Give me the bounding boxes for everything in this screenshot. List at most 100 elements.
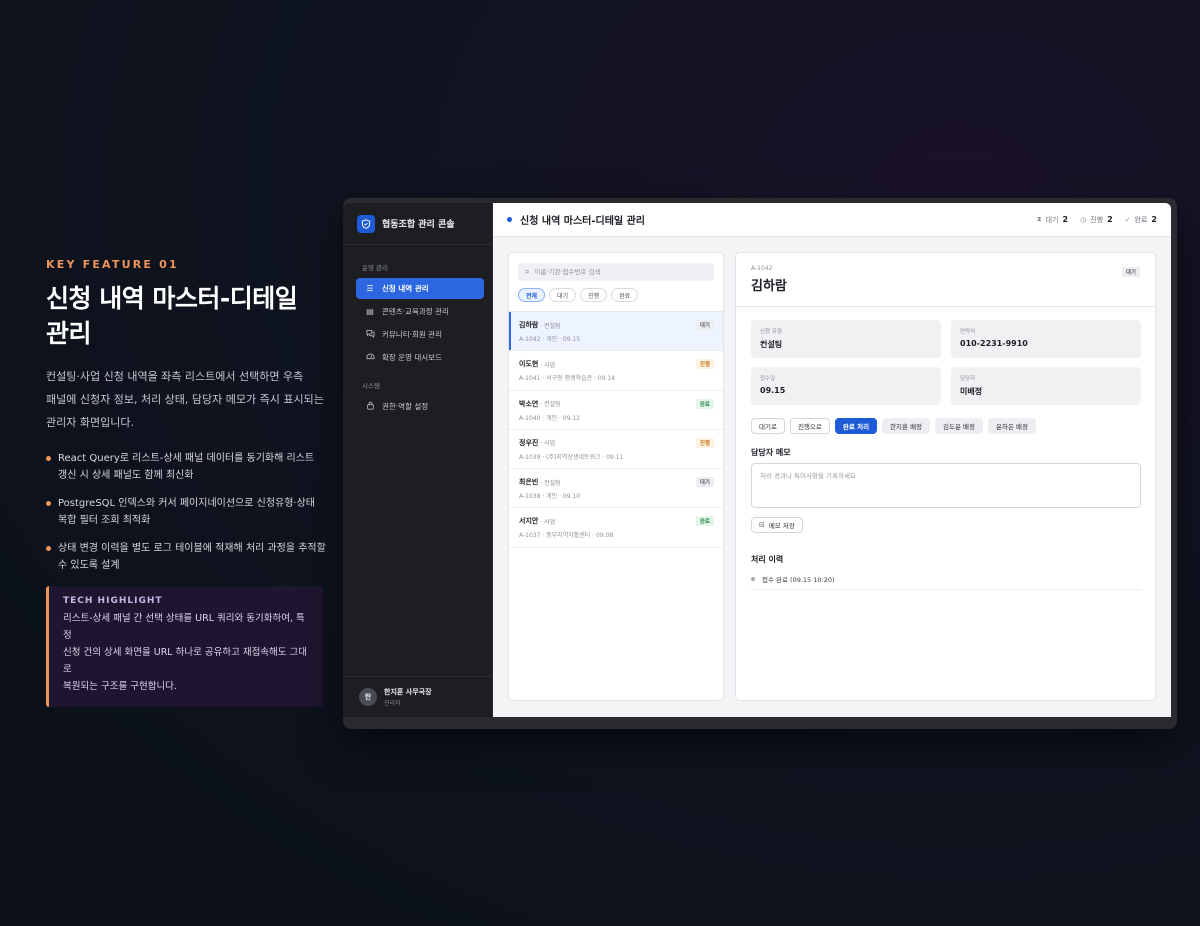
sidebar-item-label: 확장 운영 대시보드 (382, 353, 442, 362)
description-line: 패널에 신청자 정보, 처리 상태, 담당자 메모가 즉시 표시되는 (46, 393, 324, 406)
field-card-type: 신청 유형 컨설팅 (751, 320, 941, 358)
search-input[interactable] (534, 268, 705, 276)
sidebar-item-applications[interactable]: ☰ 신청 내역 관리 (356, 278, 484, 299)
nav-section-system: 시스템 (362, 382, 380, 390)
status-badge: 진행 (695, 437, 714, 448)
list-item[interactable]: 김하람 · 컨설팅 대기 A-1042 · 개인 · 09.15 (509, 312, 723, 352)
feature-intro: KEY FEATURE 01 신청 내역 마스터-디테일 관리 컨설팅·사업 신… (46, 258, 326, 707)
sidebar-item-community[interactable]: 커뮤니티·회원 관리 (356, 324, 484, 345)
application-type: · 사업 (540, 518, 556, 526)
status-summary: ⧗ 대기 2 ◷ 진행 2 ✓ 완료 2 (1025, 215, 1157, 225)
assign-kimdoyun-button[interactable]: 김도윤 배정 (935, 418, 983, 434)
history-entry: 접수 완료 (09.15 10:20) (751, 572, 1141, 590)
bullet-item: PostgreSQL 인덱스와 커서 페이지네이션으로 신청유형·상태 복합 필… (46, 495, 326, 529)
profile-role: 관리자 (384, 700, 401, 707)
stat-in-progress: ◷ 진행 2 (1080, 215, 1113, 225)
tech-highlight-title: TECH HIGHLIGHT (63, 596, 163, 606)
status-badge: 대기 (1121, 267, 1140, 277)
sidebar-item-dashboard[interactable]: 확장 운영 대시보드 (356, 347, 484, 368)
bullet-line: React Query로 리스트-상세 패널 데이터를 동기화해 리스트 (58, 453, 315, 464)
list-icon: ☰ (366, 284, 374, 293)
tech-line: 복원되는 구조를 구현합니다. (63, 681, 177, 692)
bullet-line: PostgreSQL 인덱스와 커서 페이지네이션으로 신청유형·상태 (58, 498, 315, 509)
filter-chip-waiting[interactable]: 대기 (549, 288, 577, 302)
application-list-panel: ⌕ 전체 대기 진행 완료 김하람 · 컨설팅 대기 A-1042 · 개인 ·… (508, 252, 724, 701)
history-text: 접수 완료 (09.15 10:20) (762, 575, 835, 584)
detail-header: A-1042 김하람 대기 (736, 253, 1155, 307)
timeline-dot-icon (751, 576, 755, 581)
set-waiting-button[interactable]: 대기로 (751, 418, 785, 434)
bullet-item: 상태 변경 이력을 별도 로그 테이블에 적재해 처리 과정을 추적할 수 있도… (46, 540, 326, 574)
brand[interactable]: 협동조합 관리 콘솔 (343, 203, 492, 245)
complete-button[interactable]: 완료 처리 (834, 418, 878, 434)
field-value: 010-2231-9910 (960, 339, 1028, 348)
memo-heading: 담당자 메모 (751, 448, 791, 457)
status-badge: 완료 (695, 398, 714, 409)
feature-headline: 신청 내역 마스터-디테일 관리 (46, 281, 326, 351)
list-item[interactable]: 이도현 · 사업 진행 A-1041 · 서구청 평생학습관 · 09.14 (509, 351, 723, 391)
filter-chip-done[interactable]: 완료 (611, 288, 639, 302)
application-meta: A-1040 · 개인 · 09.12 (519, 414, 581, 422)
stat-label: 진행 (1090, 215, 1104, 224)
field-label: 접수일 (760, 376, 776, 382)
save-icon: ⊟ (759, 521, 765, 529)
sidebar-item-permissions[interactable]: 권한·역할 설정 (356, 396, 484, 417)
field-label: 연락처 (960, 329, 976, 335)
application-type: · 사업 (540, 440, 556, 448)
applicant-name: 최은빈 (519, 478, 539, 487)
status-filter-chips: 전체 대기 진행 완료 (509, 281, 723, 312)
application-type: · 컨설팅 (540, 401, 561, 409)
user-profile[interactable]: 한 한지훈 사무국장 관리자 (343, 676, 492, 717)
page-title: 신청 내역 마스터-디테일 관리 (520, 216, 645, 227)
list-item[interactable]: 박소연 · 컨설팅 완료 A-1040 · 개인 · 09.12 (509, 391, 723, 430)
application-meta: A-1041 · 서구청 평생학습관 · 09.14 (519, 375, 616, 383)
applicant-name-heading: 김하람 (751, 279, 787, 294)
memo-textarea[interactable] (751, 463, 1141, 508)
list-item[interactable]: 최은빈 · 컨설팅 대기 A-1038 · 개인 · 09.10 (509, 469, 723, 509)
stat-waiting: ⧗ 대기 2 (1037, 215, 1068, 225)
list-item-header: 이도현 · 사업 진행 (519, 359, 714, 370)
status-actions: 대기로 진행으로 완료 처리 한지훈 배정 김도윤 배정 윤하은 배정 (751, 418, 1041, 434)
list-item-header: 김하람 · 컨설팅 대기 (519, 320, 714, 330)
bullet-line: 갱신 시 상세 패널도 함께 최신화 (58, 470, 194, 481)
field-value: 미배정 (960, 387, 983, 396)
save-memo-button[interactable]: ⊟ 메모 저장 (751, 517, 803, 533)
bullet-line: 복합 필터 조회 최적화 (58, 515, 151, 526)
set-in-progress-button[interactable]: 진행으로 (789, 418, 830, 434)
chat-icon (364, 329, 376, 340)
feature-kicker: KEY FEATURE 01 (46, 258, 179, 271)
stat-label: 완료 (1134, 215, 1148, 224)
profile-text: 한지훈 사무국장 관리자 (377, 687, 432, 707)
clock-icon: ◷ (1080, 215, 1087, 224)
applicant-name: 이도현 (519, 360, 539, 369)
status-badge: 대기 (695, 477, 714, 488)
application-type: · 컨설팅 (540, 322, 561, 330)
field-card-assignee: 담당자 미배정 (951, 367, 1141, 405)
tech-highlight-box: TECH HIGHLIGHT 리스트-상세 패널 간 선택 상태를 URL 쿼리… (46, 586, 323, 707)
sidebar-item-content[interactable]: ▤ 콘텐츠·교육과정 관리 (356, 301, 484, 322)
application-meta: A-1038 · 개인 · 09.10 (519, 493, 581, 501)
stat-label: 대기 (1045, 215, 1059, 224)
list-item-header: 최은빈 · 컨설팅 대기 (519, 477, 714, 488)
feature-description: 컨설팅·사업 신청 내역을 좌측 리스트에서 선택하면 우측 패널에 신청자 정… (46, 365, 326, 434)
filter-chip-in-progress[interactable]: 진행 (580, 288, 608, 302)
application-meta: A-1042 · 개인 · 09.15 (519, 336, 581, 343)
filter-chip-all[interactable]: 전체 (518, 288, 546, 302)
headline-line: 신청 내역 마스터-디테일 (46, 284, 298, 313)
hourglass-icon: ⧗ (1036, 215, 1042, 223)
application-id: A-1042 (751, 265, 773, 272)
search-box[interactable]: ⌕ (518, 263, 714, 281)
list-item[interactable]: 서지안 · 사업 완료 A-1037 · 중부지역자활센터 · 09.08 (509, 508, 723, 548)
description-line: 컨설팅·사업 신청 내역을 좌측 리스트에서 선택하면 우측 (46, 370, 304, 383)
list-item[interactable]: 정우진 · 사업 진행 A-1039 · (주)지역상생네트워크 · 09.11 (509, 430, 723, 470)
assign-yunhaeun-button[interactable]: 윤하은 배정 (988, 418, 1036, 434)
applicant-name: 정우진 (519, 438, 539, 447)
description-line: 관리자 화면입니다. (46, 416, 134, 429)
field-card-received-date: 접수일 09.15 (751, 367, 941, 405)
stat-done: ✓ 완료 2 (1125, 215, 1157, 225)
applicant-name: 김하람 (519, 321, 539, 329)
assign-hanjihun-button[interactable]: 한지훈 배정 (882, 418, 931, 434)
device-frame: 협동조합 관리 콘솔 운영 관리 ☰ 신청 내역 관리 ▤ 콘텐츠·교육과정 관… (343, 198, 1177, 729)
field-value: 컨설팅 (760, 340, 783, 349)
nav-section-ops: 운영 관리 (362, 264, 388, 272)
